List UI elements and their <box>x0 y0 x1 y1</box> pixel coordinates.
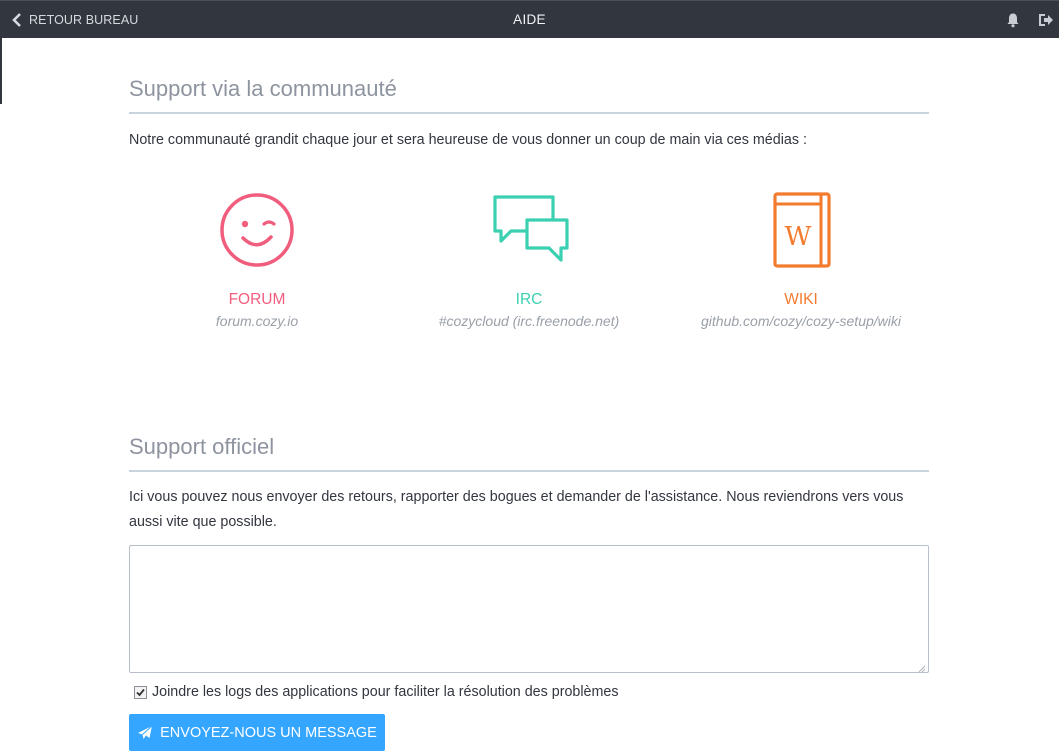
wiki-book-icon: W <box>761 190 841 270</box>
wiki-link[interactable]: W WIKI github.com/cozy/cozy-setup/wiki <box>671 190 931 329</box>
community-support-title: Support via la communauté <box>129 76 929 114</box>
community-description: Notre communauté grandit chaque jour et … <box>129 132 807 148</box>
back-to-desktop-button[interactable]: RETOUR BUREAU <box>10 1 138 39</box>
bell-icon[interactable] <box>1005 12 1021 28</box>
wiki-name: WIKI <box>784 291 818 308</box>
logout-icon[interactable] <box>1038 12 1054 28</box>
resize-grip-icon[interactable] <box>916 660 926 673</box>
top-bar: RETOUR BUREAU AIDE <box>0 0 1059 38</box>
send-message-button[interactable]: ENVOYEZ-NOUS UN MESSAGE <box>129 714 385 751</box>
forum-name: FORUM <box>228 291 286 308</box>
send-message-label: ENVOYEZ-NOUS UN MESSAGE <box>160 724 377 741</box>
paper-plane-icon <box>137 725 153 741</box>
forum-link[interactable]: FORUM forum.cozy.io <box>127 190 387 329</box>
forum-address: forum.cozy.io <box>215 313 299 329</box>
chevron-left-icon <box>10 12 24 28</box>
chat-bubbles-icon <box>489 190 569 270</box>
wiki-address: github.com/cozy/cozy-setup/wiki <box>701 313 901 329</box>
official-support-title: Support officiel <box>129 434 929 472</box>
back-to-desktop-label: RETOUR BUREAU <box>29 13 139 27</box>
attach-logs-row: Joindre les logs des applications pour f… <box>134 682 619 702</box>
irc-link[interactable]: IRC #cozycloud (irc.freenode.net) <box>399 190 659 329</box>
irc-address: #cozycloud (irc.freenode.net) <box>438 313 620 329</box>
svg-text:W: W <box>785 222 812 252</box>
attach-logs-label: Joindre les logs des applications pour f… <box>152 684 619 700</box>
sidebar-edge <box>0 38 2 104</box>
irc-name: IRC <box>515 291 543 308</box>
message-textarea[interactable] <box>129 545 929 673</box>
page-title: AIDE <box>513 12 546 27</box>
official-description: Ici vous pouvez nous envoyer des retours… <box>129 489 904 530</box>
smiley-wink-icon <box>217 190 297 270</box>
attach-logs-checkbox[interactable] <box>134 685 147 699</box>
